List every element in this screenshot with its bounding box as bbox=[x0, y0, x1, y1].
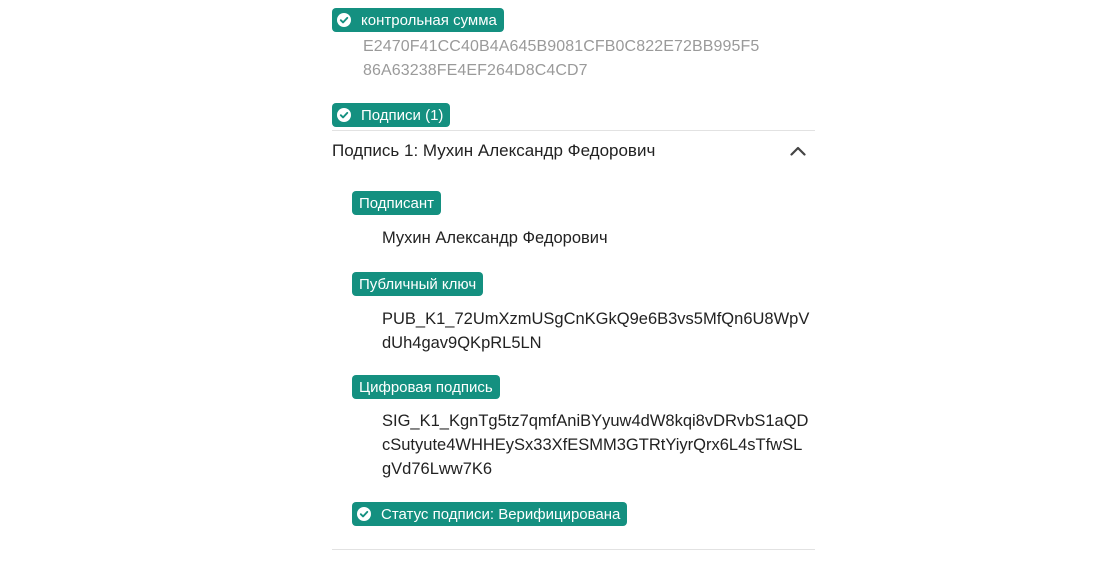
digital-signature-badge: Цифровая подпись bbox=[352, 375, 500, 399]
divider bbox=[332, 130, 815, 131]
signer-badge: Подписант bbox=[352, 191, 442, 215]
checksum-value-line: 86A63238FE4EF264D8C4CD7 bbox=[363, 62, 588, 79]
signature-status-badge: Статус подписи: Верифицирована bbox=[352, 502, 628, 526]
public-key-line: dUh4gav9QKpRL5LN bbox=[382, 334, 542, 352]
signer-label: Подписант bbox=[359, 194, 435, 212]
digital-signature-value: SIG_K1_KgnTg5tz7qmfAniBYyuw4dW8kqi8vDRvb… bbox=[382, 409, 809, 481]
public-key-badge: Публичный ключ bbox=[352, 272, 484, 296]
public-key-label: Публичный ключ bbox=[359, 275, 477, 293]
chevron-up-icon[interactable] bbox=[790, 146, 806, 156]
signature-status-label: Статус подписи: Верифицирована bbox=[381, 505, 621, 523]
check-circle-icon bbox=[337, 108, 351, 122]
divider bbox=[332, 549, 815, 550]
checksum-value: E2470F41CC40B4A645B9081CFB0C822E72BB995F… bbox=[363, 35, 759, 83]
digital-signature-label: Цифровая подпись bbox=[359, 378, 493, 396]
signatures-badge: Подписи (1) bbox=[332, 103, 451, 127]
check-circle-icon bbox=[337, 13, 351, 27]
signature-accordion-header[interactable]: Подпись 1: Мухин Александр Федорович bbox=[332, 139, 815, 163]
checksum-label: контрольная сумма bbox=[361, 11, 497, 29]
check-circle-icon bbox=[357, 507, 371, 521]
public-key-line: PUB_K1_72UmXzmUSgCnKGkQ9e6B3vs5MfQn6U8Wp… bbox=[382, 310, 810, 328]
signatures-label: Подписи (1) bbox=[361, 106, 444, 124]
checksum-badge: контрольная сумма bbox=[332, 8, 504, 32]
signer-value: Мухин Александр Федорович bbox=[382, 229, 608, 247]
digital-signature-line: gVd76Lww7K6 bbox=[382, 460, 493, 478]
digital-signature-line: cSutyute4WHHEySx33XfESMM3GTRtYiyrQrx6L4s… bbox=[382, 436, 803, 454]
public-key-value: PUB_K1_72UmXzmUSgCnKGkQ9e6B3vs5MfQn6U8Wp… bbox=[382, 307, 810, 355]
checksum-value-line: E2470F41CC40B4A645B9081CFB0C822E72BB995F… bbox=[363, 38, 760, 55]
signature-title: Подпись 1: Мухин Александр Федорович bbox=[332, 141, 656, 160]
digital-signature-line: SIG_K1_KgnTg5tz7qmfAniBYyuw4dW8kqi8vDRvb… bbox=[382, 412, 809, 430]
